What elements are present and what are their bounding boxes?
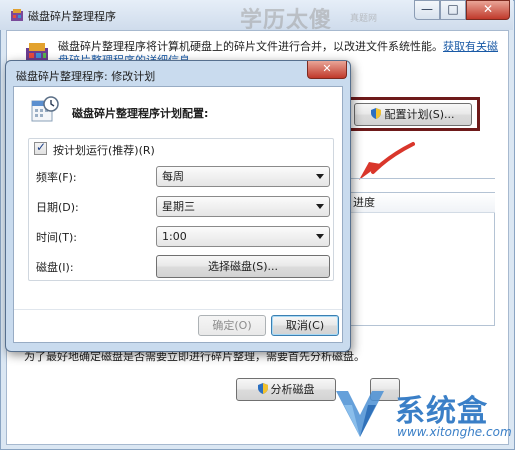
- day-value: 星期三: [162, 200, 195, 213]
- dropdown-arrow-icon: [316, 204, 324, 209]
- checkmark-icon: ✓: [36, 140, 47, 154]
- description-text: 磁盘碎片整理程序将计算机硬盘上的碎片文件进行合并，以改进文件系统性能。: [58, 40, 443, 53]
- day-select[interactable]: 星期三: [156, 196, 330, 217]
- watermark-url: www.xitonghe.com: [397, 425, 512, 439]
- maximize-button[interactable]: □: [440, 0, 466, 20]
- main-window-title: 磁盘碎片整理程序: [28, 10, 116, 23]
- analyze-disk-label: 分析磁盘: [270, 383, 315, 396]
- modify-schedule-dialog: 磁盘碎片整理程序: 修改计划 ✕ 磁盘碎片整理程序计划配置: ✓ 按计划运行(推…: [5, 60, 351, 352]
- ok-button[interactable]: 确定(O): [198, 315, 266, 336]
- dropdown-arrow-icon: [316, 174, 324, 179]
- schedule-calendar-icon: [31, 96, 59, 122]
- day-label: 日期(D):: [36, 201, 79, 214]
- frequency-select[interactable]: 每周: [156, 166, 330, 187]
- progress-column-header[interactable]: 进度: [345, 193, 495, 213]
- watermark-top-small: 真题网: [350, 14, 378, 24]
- uac-shield-icon: [257, 383, 268, 394]
- dialog-heading: 磁盘碎片整理程序计划配置:: [72, 107, 209, 120]
- dialog-separator: [14, 309, 342, 310]
- schedule-checkbox-label[interactable]: 按计划运行(推荐)(R): [51, 142, 157, 158]
- dropdown-arrow-icon: [316, 234, 324, 239]
- config-schedule-label: 配置计划(S)...: [384, 108, 455, 121]
- main-divider: [345, 178, 495, 179]
- dialog-body: 磁盘碎片整理程序计划配置: ✓ 按计划运行(推荐)(R) 频率(F): 每周 日…: [13, 86, 343, 343]
- frequency-value: 每周: [162, 170, 184, 183]
- schedule-checkbox[interactable]: ✓: [34, 140, 47, 155]
- main-close-button[interactable]: ✕: [466, 0, 510, 20]
- frequency-label: 频率(F):: [36, 171, 77, 184]
- analyze-disk-button[interactable]: 分析磁盘: [236, 378, 336, 401]
- config-schedule-button[interactable]: 配置计划(S)...: [354, 103, 472, 126]
- dialog-close-button[interactable]: ✕: [307, 61, 347, 79]
- cancel-button[interactable]: 取消(C): [271, 315, 339, 336]
- watermark-brand: 系统盒: [395, 394, 488, 429]
- dialog-title: 磁盘碎片整理程序: 修改计划: [16, 70, 156, 83]
- watermark-top: 学历太傻: [240, 8, 333, 33]
- time-select[interactable]: 1:00: [156, 226, 330, 247]
- time-label: 时间(T):: [36, 231, 78, 244]
- brand-logo-icon: [336, 391, 384, 437]
- time-value: 1:00: [162, 230, 187, 243]
- minimize-button[interactable]: —: [414, 0, 440, 20]
- defrag-app-icon: [11, 9, 23, 21]
- uac-shield-icon: [371, 108, 382, 119]
- disk-label: 磁盘(I):: [36, 261, 74, 274]
- select-disks-button[interactable]: 选择磁盘(S)...: [156, 255, 330, 278]
